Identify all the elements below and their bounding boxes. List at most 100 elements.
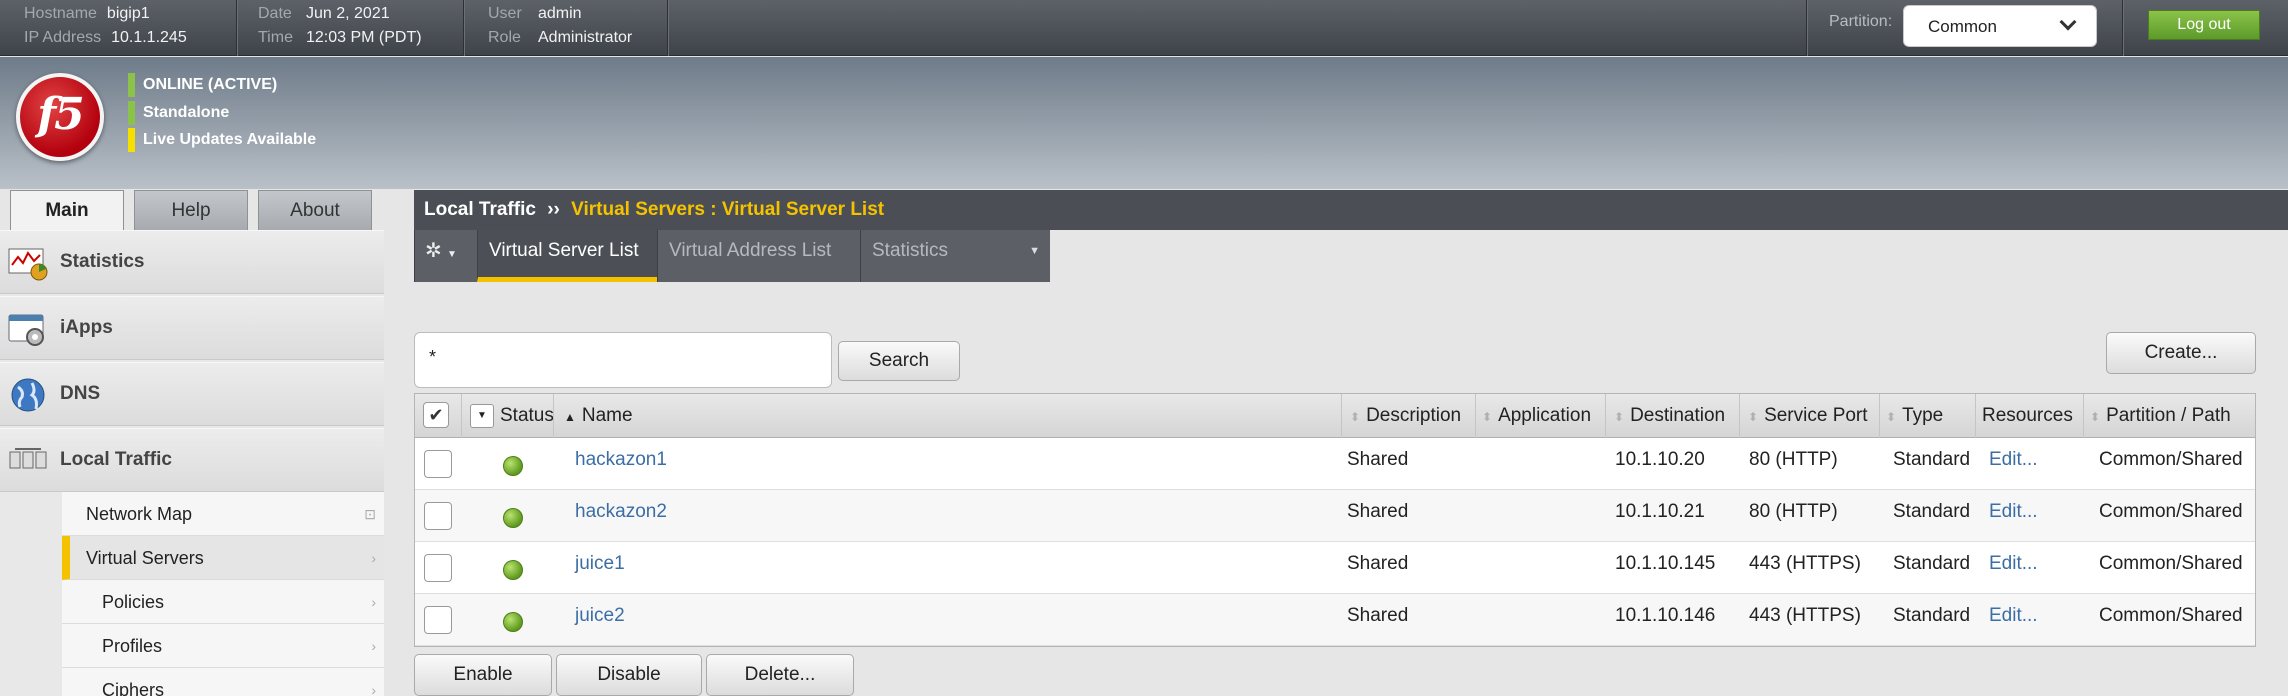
column-description[interactable]: ⬍ Description bbox=[1341, 394, 1475, 438]
settings-menu-button[interactable]: ✲ ▼ bbox=[414, 230, 477, 282]
submenu-label: Policies bbox=[102, 592, 165, 612]
column-destination[interactable]: ⬍ Destination bbox=[1605, 394, 1739, 438]
row-service-port: 443 (HTTPS) bbox=[1749, 605, 1861, 626]
caret-down-icon: ▼ bbox=[1029, 245, 1040, 257]
breadcrumb-section[interactable]: Local Traffic bbox=[424, 199, 536, 220]
sidebar-item-iapps[interactable]: iApps bbox=[0, 296, 384, 360]
topbar-divider bbox=[2122, 0, 2123, 56]
tab-virtual-server-list[interactable]: Virtual Server List bbox=[477, 230, 657, 282]
top-status-bar: Hostname bigip1 IP Address 10.1.1.245 Date… bbox=[0, 0, 2288, 56]
topbar-divider bbox=[1806, 0, 1807, 56]
table-row: juice2 Shared 10.1.10.146 443 (HTTPS) St… bbox=[415, 594, 2255, 646]
row-destination: 10.1.10.145 bbox=[1615, 553, 1716, 574]
row-checkbox[interactable] bbox=[424, 606, 452, 634]
row-type: Standard bbox=[1893, 605, 1971, 626]
status-standalone[interactable]: Standalone bbox=[128, 101, 229, 125]
submenu-item-profiles[interactable]: Profiles › bbox=[62, 624, 384, 668]
sidebar-label-dns: DNS bbox=[60, 383, 101, 404]
chevron-right-icon: › bbox=[371, 550, 376, 566]
search-button[interactable]: Search bbox=[838, 341, 960, 381]
tab-statistics-label: Statistics bbox=[872, 240, 949, 261]
statistics-chart-icon bbox=[8, 248, 48, 281]
enable-button[interactable]: Enable bbox=[414, 654, 552, 696]
row-description: Shared bbox=[1347, 605, 1409, 626]
row-resources-edit-link[interactable]: Edit... bbox=[1989, 438, 2038, 490]
external-link-icon: ⊡ bbox=[364, 506, 376, 522]
tab-virtual-address-list[interactable]: Virtual Address List bbox=[657, 230, 860, 282]
logout-button[interactable]: Log out bbox=[2148, 10, 2260, 40]
row-resources-edit-link[interactable]: Edit... bbox=[1989, 594, 2038, 646]
row-checkbox[interactable] bbox=[424, 554, 452, 582]
create-button[interactable]: Create... bbox=[2106, 332, 2256, 374]
column-partition-path[interactable]: ⬍ Partition / Path bbox=[2083, 394, 2255, 438]
submenu-label: Virtual Servers bbox=[86, 548, 204, 568]
row-checkbox[interactable] bbox=[424, 450, 452, 478]
breadcrumb-current: Virtual Servers : Virtual Server List bbox=[571, 199, 885, 220]
time-label: Time bbox=[258, 29, 293, 46]
column-description-label: Description bbox=[1366, 405, 1462, 426]
chevron-right-icon: › bbox=[371, 682, 376, 696]
row-destination: 10.1.10.20 bbox=[1615, 449, 1705, 470]
row-checkbox[interactable] bbox=[424, 502, 452, 530]
status-available-icon bbox=[503, 508, 523, 528]
column-resources: Resources bbox=[1975, 394, 2083, 438]
disable-button[interactable]: Disable bbox=[556, 654, 702, 696]
status-live-updates[interactable]: Live Updates Available bbox=[128, 128, 316, 152]
submenu-item-network-map[interactable]: Network Map ⊡ bbox=[62, 492, 384, 536]
tab-help[interactable]: Help bbox=[134, 190, 248, 230]
hostname-value: bigip1 bbox=[106, 5, 150, 22]
tab-statistics[interactable]: Statistics ▼ bbox=[860, 230, 1050, 282]
row-description: Shared bbox=[1347, 501, 1409, 522]
column-service-port[interactable]: ⬍ Service Port bbox=[1739, 394, 1879, 438]
column-status[interactable]: ▼ Status bbox=[461, 394, 554, 438]
search-input[interactable]: * bbox=[414, 332, 832, 388]
sidebar: Statistics iApps DNS Local Traffic Netwo… bbox=[0, 230, 384, 696]
submenu-item-virtual-servers[interactable]: Virtual Servers › bbox=[62, 536, 384, 580]
globe-icon bbox=[11, 378, 45, 412]
column-application[interactable]: ⬍ Application bbox=[1475, 394, 1605, 438]
tab-about[interactable]: About bbox=[258, 190, 372, 230]
row-name-link[interactable]: juice1 bbox=[575, 542, 625, 594]
tab-main[interactable]: Main bbox=[10, 190, 124, 230]
topbar-divider bbox=[463, 0, 464, 56]
ip-label: IP Address bbox=[24, 29, 102, 46]
submenu-label: Network Map bbox=[86, 504, 193, 524]
sidebar-item-local-traffic[interactable]: Local Traffic bbox=[0, 428, 384, 492]
row-resources-edit-link[interactable]: Edit... bbox=[1989, 490, 2038, 542]
column-name[interactable]: ▲ Name bbox=[553, 394, 1341, 438]
local-traffic-network-icon bbox=[9, 448, 47, 469]
sort-icon: ⬍ bbox=[1886, 410, 1897, 424]
partition-select[interactable]: Common bbox=[1903, 5, 2097, 47]
filter-dropdown-icon[interactable]: ▼ bbox=[470, 404, 494, 428]
row-name-link[interactable]: juice2 bbox=[575, 594, 625, 646]
time-value: 12:03 PM (PDT) bbox=[306, 29, 422, 46]
sort-icon: ⬍ bbox=[1350, 410, 1361, 424]
user-label: User bbox=[488, 5, 522, 22]
column-type[interactable]: ⬍ Type bbox=[1879, 394, 1975, 438]
role-value: Administrator bbox=[538, 29, 633, 46]
sidebar-item-statistics[interactable]: Statistics bbox=[0, 230, 384, 294]
row-resources-edit-link[interactable]: Edit... bbox=[1989, 542, 2038, 594]
select-all-checkbox[interactable]: ✔ bbox=[423, 402, 449, 428]
row-service-port: 80 (HTTP) bbox=[1749, 449, 1838, 470]
status-online[interactable]: ONLINE (ACTIVE) bbox=[128, 73, 277, 97]
partition-value: Common bbox=[1928, 17, 1997, 36]
column-service-port-label: Service Port bbox=[1764, 405, 1868, 426]
row-name-link[interactable]: hackazon1 bbox=[575, 438, 667, 490]
row-partition: Common/Shared bbox=[2099, 449, 2243, 470]
row-name-link[interactable]: hackazon2 bbox=[575, 490, 667, 542]
delete-button[interactable]: Delete... bbox=[706, 654, 854, 696]
chevron-down-icon bbox=[2059, 13, 2077, 31]
table-row: hackazon2 Shared 10.1.10.21 80 (HTTP) St… bbox=[415, 490, 2255, 542]
sidebar-label-iapps: iApps bbox=[60, 317, 113, 338]
submenu-item-policies[interactable]: Policies › bbox=[62, 580, 384, 624]
sort-icon: ⬍ bbox=[1748, 410, 1759, 424]
select-all-header: ✔ bbox=[415, 394, 461, 438]
table-row: hackazon1 Shared 10.1.10.20 80 (HTTP) St… bbox=[415, 438, 2255, 490]
sidebar-item-dns[interactable]: DNS bbox=[0, 362, 384, 426]
row-type: Standard bbox=[1893, 449, 1971, 470]
submenu-item-ciphers[interactable]: Ciphers › bbox=[62, 668, 384, 696]
datetime-info: Date Jun 2, 2021 Time 12:03 PM (PDT) bbox=[258, 0, 422, 56]
sort-icon: ⬍ bbox=[1482, 410, 1493, 424]
virtual-server-table: ✔ ▼ Status ▲ Name ⬍ Description ⬍ Applicati… bbox=[414, 393, 2256, 647]
